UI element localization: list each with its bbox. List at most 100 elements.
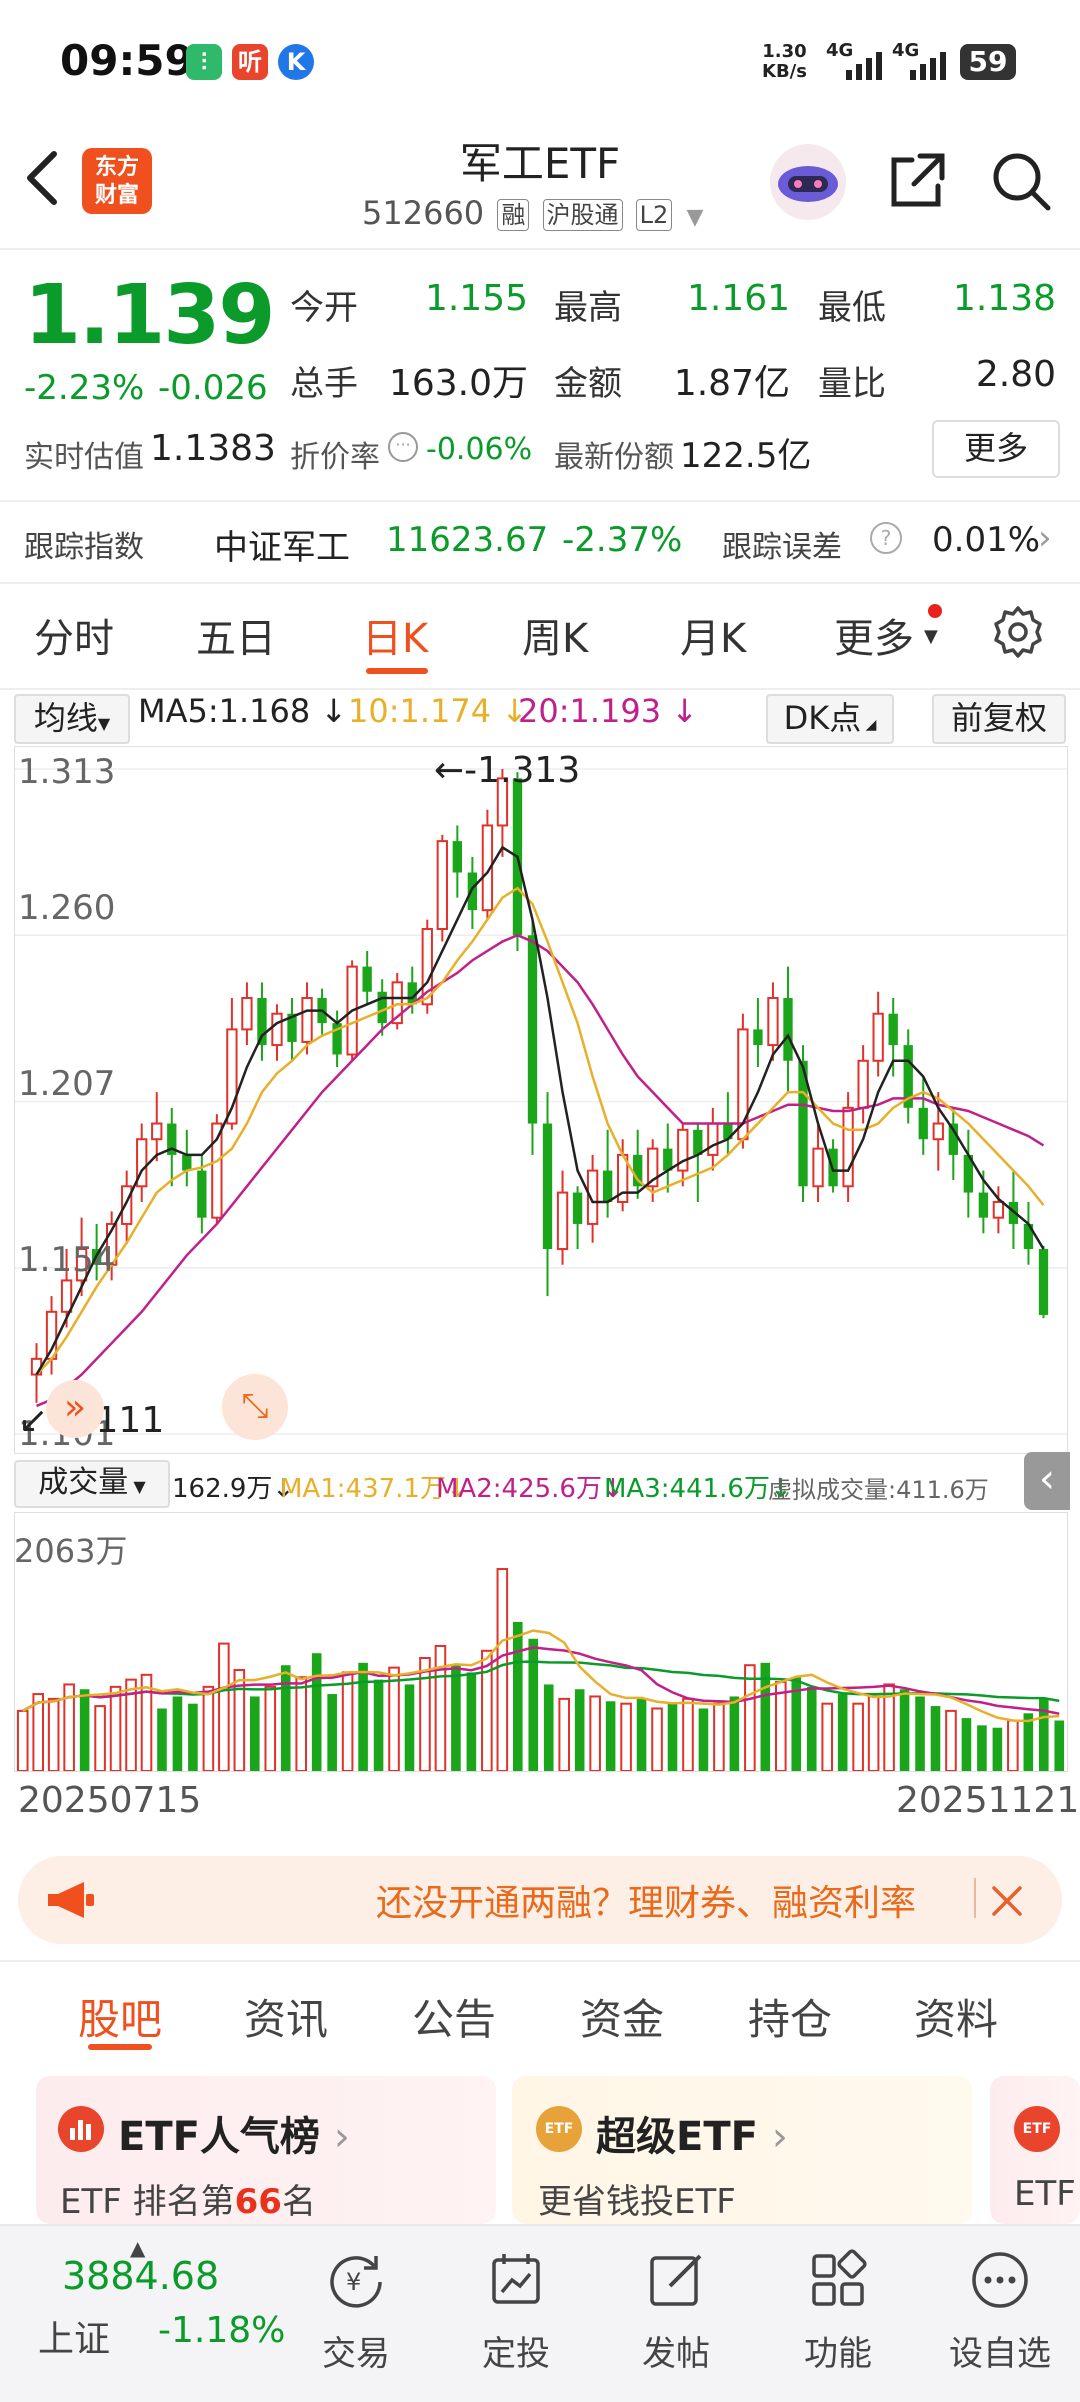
app-logo[interactable]: 东方 财富 [82,148,152,214]
tab-announcements[interactable]: 公告 [412,1986,496,2047]
megaphone-icon [48,1882,94,1918]
ma10-label: 10:1.174 ↓ [348,692,529,730]
margin-tag: 融 [497,199,530,231]
nav-post[interactable]: 发帖 [606,2326,746,2375]
volume-bar-up [1007,1719,1019,1771]
collapse-left-icon[interactable]: ‹ [1024,1452,1070,1510]
kline-chart[interactable] [14,746,1068,1454]
tab-news[interactable]: 资讯 [244,1986,328,2047]
help-icon[interactable]: ? [870,522,902,554]
volume-bar-down [915,1696,925,1771]
candle-body-up [857,1059,869,1109]
market-index-name[interactable]: 上证 [38,2310,110,2362]
high-value: 1.161 [686,278,790,319]
candle-body-down [888,1013,898,1046]
volume-bar-up [47,1697,60,1771]
tab-daily-k[interactable]: 日K [362,606,428,664]
nav-fixed-invest[interactable]: 定投 [446,2326,586,2375]
third-card-sub: ETF [1014,2174,1076,2214]
super-etf-title: 超级ETF › [596,2104,788,2162]
y-tick-label: 1.260 [18,888,116,928]
candle-body-up [241,997,253,1031]
ma5-text: MA5:1.168 [138,692,311,730]
volume-ma2-value: MA2:425.6万 [436,1474,602,1504]
volume-bar-up [481,1649,493,1771]
expand-icon[interactable]: ⤡ [222,1374,288,1440]
volume-bar-up [651,1707,663,1771]
adjust-button[interactable]: 前复权 [932,694,1066,744]
double-chevron-icon[interactable]: » [46,1380,104,1438]
dk-point-button[interactable]: DK点 ◢ [766,694,894,744]
tab-weekly-k[interactable]: 周K [522,606,588,664]
net-speed-value: 1.30 [762,41,807,62]
volume-selector-label: 成交量 [38,1465,129,1500]
functions-grid-icon[interactable] [806,2248,870,2312]
back-arrow-icon[interactable] [22,148,62,208]
ma20-text: 20:1.193 [518,692,662,730]
search-icon[interactable] [990,150,1052,212]
tab-intraday[interactable]: 分时 [34,606,114,664]
close-icon[interactable] [990,1884,1024,1918]
candle-body-up [842,1106,854,1188]
etf-rank-text: ETF 排名第66名 [60,2174,316,2223]
volume-ma1-value: MA1:437.1万 [280,1474,446,1504]
shares-label: 最新份额 [554,440,674,475]
ma5-line [35,845,1045,1376]
volume-bar-down [528,1638,539,1771]
candle-body-down [182,1154,192,1171]
volume-bar-up [713,1702,725,1771]
candle-body-up [812,1147,824,1188]
forum-tab-underline [88,2044,152,2050]
volume-bar-up [821,1702,834,1771]
tab-holdings[interactable]: 持仓 [748,1986,832,2047]
ma-selector-label: 均线 [33,699,98,737]
info-dots-icon[interactable]: ··· [388,432,418,462]
market-index-value[interactable]: 3884.68 [62,2254,219,2298]
nav-add-watchlist[interactable]: 设自选 [930,2326,1070,2375]
settings-gear-icon[interactable] [990,604,1046,660]
candle-body-up [707,1122,719,1156]
chevron-right-icon: › [1038,518,1052,558]
post-edit-icon[interactable] [644,2248,708,2312]
fixed-invest-icon[interactable] [484,2248,548,2312]
candle-body-down [783,998,793,1061]
volume-bar-up [202,1685,215,1771]
ma20-label: 20:1.193 ↓ [518,692,699,730]
volume-selector-button[interactable]: 成交量 ▼ [14,1460,170,1508]
amount-label: 金额 [554,364,622,404]
tab-more[interactable]: 更多 [834,606,914,664]
tab-forum[interactable]: 股吧 [78,1986,162,2047]
volume-bar-down [404,1684,415,1771]
stock-code-row[interactable]: 512660 融 沪股通 L2 ▼ [362,194,703,232]
banner-text: 还没开通两融？理财券、融资利率 [376,1883,917,1924]
more-quote-button[interactable]: 更多 [932,420,1060,478]
tab-five-day[interactable]: 五日 [196,606,276,664]
add-watchlist-icon[interactable] [968,2248,1032,2312]
stock-code: 512660 [362,194,485,232]
market-index-change[interactable]: -1.18% [158,2310,285,2351]
etf-rank-suffix: 名 [281,2182,316,2222]
nav-functions[interactable]: 功能 [768,2326,908,2375]
volume-bar-down [280,1665,291,1771]
tracking-index-name: 中证军工 [214,528,350,568]
volume-bar-down [961,1718,972,1771]
volume-bar-down [806,1686,817,1771]
volume-chart [14,1512,1068,1772]
ma-selector-triangle-icon: ▼ [97,714,111,733]
trade-icon[interactable]: ¥ [324,2248,388,2312]
tab-funds[interactable]: 资金 [580,1986,664,2047]
candle-body-up [121,1185,133,1225]
open-label: 今开 [290,288,358,328]
listen-app-icon: 听 [232,44,268,80]
robot-assistant-icon[interactable] [768,142,848,222]
nav-trade[interactable]: 交易 [286,2326,426,2375]
volume-bar-down [79,1689,90,1771]
low-value: 1.138 [952,278,1056,319]
share-icon[interactable] [886,150,948,212]
candle-body-up [151,1122,163,1141]
tab-profile[interactable]: 资料 [914,1986,998,2047]
etf-popularity-title-text: ETF人气榜 [118,2114,320,2160]
tab-monthly-k[interactable]: 月K [680,606,746,664]
ma-selector-button[interactable]: 均线▼ [14,694,130,744]
candle-body-down [467,872,478,911]
